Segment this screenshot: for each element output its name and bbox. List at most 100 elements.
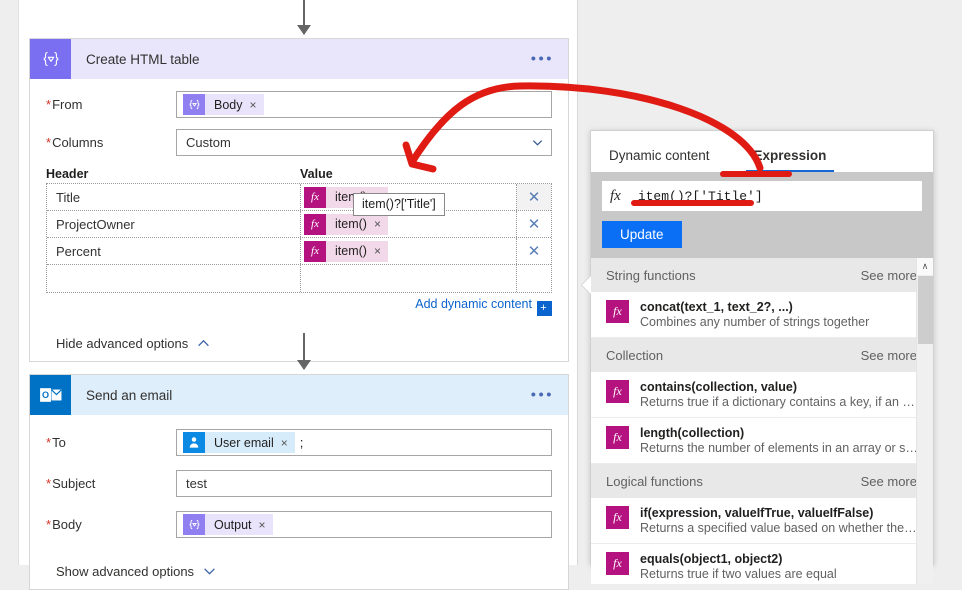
subject-value: test [186, 476, 207, 491]
show-advanced-options-toggle[interactable]: Show advanced options [46, 564, 552, 579]
grid-col-header-value: Value [300, 167, 333, 181]
grid-cell-value[interactable] [301, 265, 517, 292]
expression-braces-icon [30, 39, 71, 79]
field-row-columns: *Columns Custom [46, 129, 552, 156]
token-body[interactable]: Body × [183, 94, 264, 115]
columns-grid: Title fx item()× ✕ ProjectOwner fx [46, 183, 552, 293]
fx-icon: fx [304, 240, 326, 262]
list-item[interactable]: fx contains(collection, value) Returns t… [591, 372, 933, 418]
see-more-link[interactable]: See more [861, 474, 917, 489]
add-dynamic-content-row: Add dynamic content + [46, 297, 552, 316]
hide-advanced-options-toggle[interactable]: Hide advanced options [46, 336, 552, 351]
function-signature: length(collection) [640, 426, 745, 440]
to-separator: ; [299, 435, 304, 450]
person-icon [183, 432, 205, 453]
chevron-down-icon [204, 568, 215, 575]
scroll-up-arrow-icon[interactable]: ∧ [917, 258, 933, 275]
field-input-body[interactable]: Output × [176, 511, 552, 538]
grid-cell-header[interactable]: Title [47, 184, 301, 210]
section-header-string-functions: String functions See more [591, 258, 933, 292]
chevron-down-icon [532, 139, 543, 146]
card-header-create-html-table[interactable]: Create HTML table ••• [30, 39, 568, 79]
see-more-link[interactable]: See more [861, 348, 917, 363]
connector-arrow-middle [297, 333, 311, 370]
dropdown-value: Custom [186, 135, 231, 150]
token-label: User email × [205, 432, 295, 453]
function-signature: equals(object1, object2) [640, 552, 783, 566]
scrollbar-thumb[interactable] [918, 276, 933, 344]
token-remove-icon[interactable]: × [374, 217, 381, 231]
card-send-an-email: O Send an email ••• *To User email × ; *… [29, 374, 569, 590]
card-header-send-an-email[interactable]: O Send an email ••• [30, 375, 568, 415]
field-label-subject: *Subject [46, 476, 96, 491]
function-description: Returns true if a dictionary contains a … [640, 395, 919, 409]
section-header-logical-functions: Logical functions See more [591, 464, 933, 498]
token-remove-icon[interactable]: × [250, 98, 257, 112]
list-item[interactable]: fx concat(text_1, text_2?, ...) Combines… [591, 292, 933, 338]
columns-grid-header: Header Value [46, 167, 552, 181]
card-menu-button[interactable]: ••• [531, 388, 554, 403]
expression-value: item()?['Title'] [637, 188, 763, 204]
token-expression-item[interactable]: fx item()× [304, 240, 388, 262]
required-marker: * [46, 435, 52, 450]
card-title: Send an email [86, 387, 173, 403]
delete-row-button[interactable]: ✕ [517, 184, 551, 210]
token-label: item()× [326, 213, 388, 235]
token-label: Output × [205, 514, 273, 535]
see-more-link[interactable]: See more [861, 268, 917, 283]
function-list-scrollbar[interactable]: ∧ [916, 258, 933, 584]
expression-editor-area: fx item()?['Title'] Update [591, 172, 933, 258]
tab-dynamic-content[interactable]: Dynamic content [601, 148, 718, 172]
delete-row-button[interactable] [517, 265, 551, 292]
expression-braces-icon [183, 514, 205, 535]
token-label: Body × [205, 94, 264, 115]
add-dynamic-content-link[interactable]: Add dynamic content [415, 297, 532, 311]
field-input-from[interactable]: Body × [176, 91, 552, 118]
token-remove-icon[interactable]: × [259, 518, 266, 532]
token-remove-icon[interactable]: × [374, 244, 381, 258]
field-input-to[interactable]: User email × ; [176, 429, 552, 456]
list-item[interactable]: fx length(collection) Returns the number… [591, 418, 933, 464]
table-row: Title fx item()× ✕ [47, 184, 551, 211]
fx-icon: fx [304, 186, 326, 208]
add-dynamic-content-plus-icon[interactable]: + [537, 301, 552, 316]
update-button[interactable]: Update [602, 221, 682, 248]
table-row [47, 265, 551, 292]
expression-braces-icon [183, 94, 205, 115]
token-label: item()× [326, 240, 388, 262]
section-header-collection: Collection See more [591, 338, 933, 372]
token-output[interactable]: Output × [183, 514, 273, 535]
card-create-html-table: Create HTML table ••• *From Body × *Colu… [29, 38, 569, 362]
grid-cell-value[interactable]: fx item()× [301, 238, 517, 264]
outlook-icon: O [30, 375, 71, 415]
expression-input[interactable]: fx item()?['Title'] [602, 181, 922, 211]
token-remove-icon[interactable]: × [281, 436, 288, 450]
delete-row-button[interactable]: ✕ [517, 238, 551, 264]
field-row-body: *Body Output × [46, 511, 552, 538]
fx-icon: fx [606, 506, 629, 529]
function-description: Returns true if two values are equal [640, 567, 837, 581]
fx-icon: fx [606, 380, 629, 403]
token-expression-item[interactable]: fx item()× [304, 213, 388, 235]
flyout-callout-pointer [582, 276, 591, 294]
field-row-to: *To User email × ; [46, 429, 552, 456]
delete-row-button[interactable]: ✕ [517, 211, 551, 237]
grid-cell-header[interactable] [47, 265, 301, 292]
tab-expression[interactable]: Expression [745, 148, 835, 172]
grid-col-header-header: Header [46, 167, 89, 181]
list-item[interactable]: fx equals(object1, object2) Returns true… [591, 544, 933, 584]
connector-arrow-top [297, 0, 311, 35]
fx-icon: fx [304, 213, 326, 235]
grid-cell-header[interactable]: ProjectOwner [47, 211, 301, 237]
subject-input[interactable]: test [176, 470, 552, 497]
dropdown-columns[interactable]: Custom [176, 129, 552, 156]
card-menu-button[interactable]: ••• [531, 52, 554, 67]
field-row-from: *From Body × [46, 91, 552, 118]
flyout-tabs: Dynamic content Expression [591, 131, 933, 172]
fx-icon: fx [610, 187, 621, 204]
grid-cell-header[interactable]: Percent [47, 238, 301, 264]
token-user-email[interactable]: User email × [183, 432, 295, 453]
field-label-from: *From [46, 97, 83, 112]
workflow-designer-canvas: Create HTML table ••• *From Body × *Colu… [18, 0, 578, 590]
list-item[interactable]: fx if(expression, valueIfTrue, valueIfFa… [591, 498, 933, 544]
